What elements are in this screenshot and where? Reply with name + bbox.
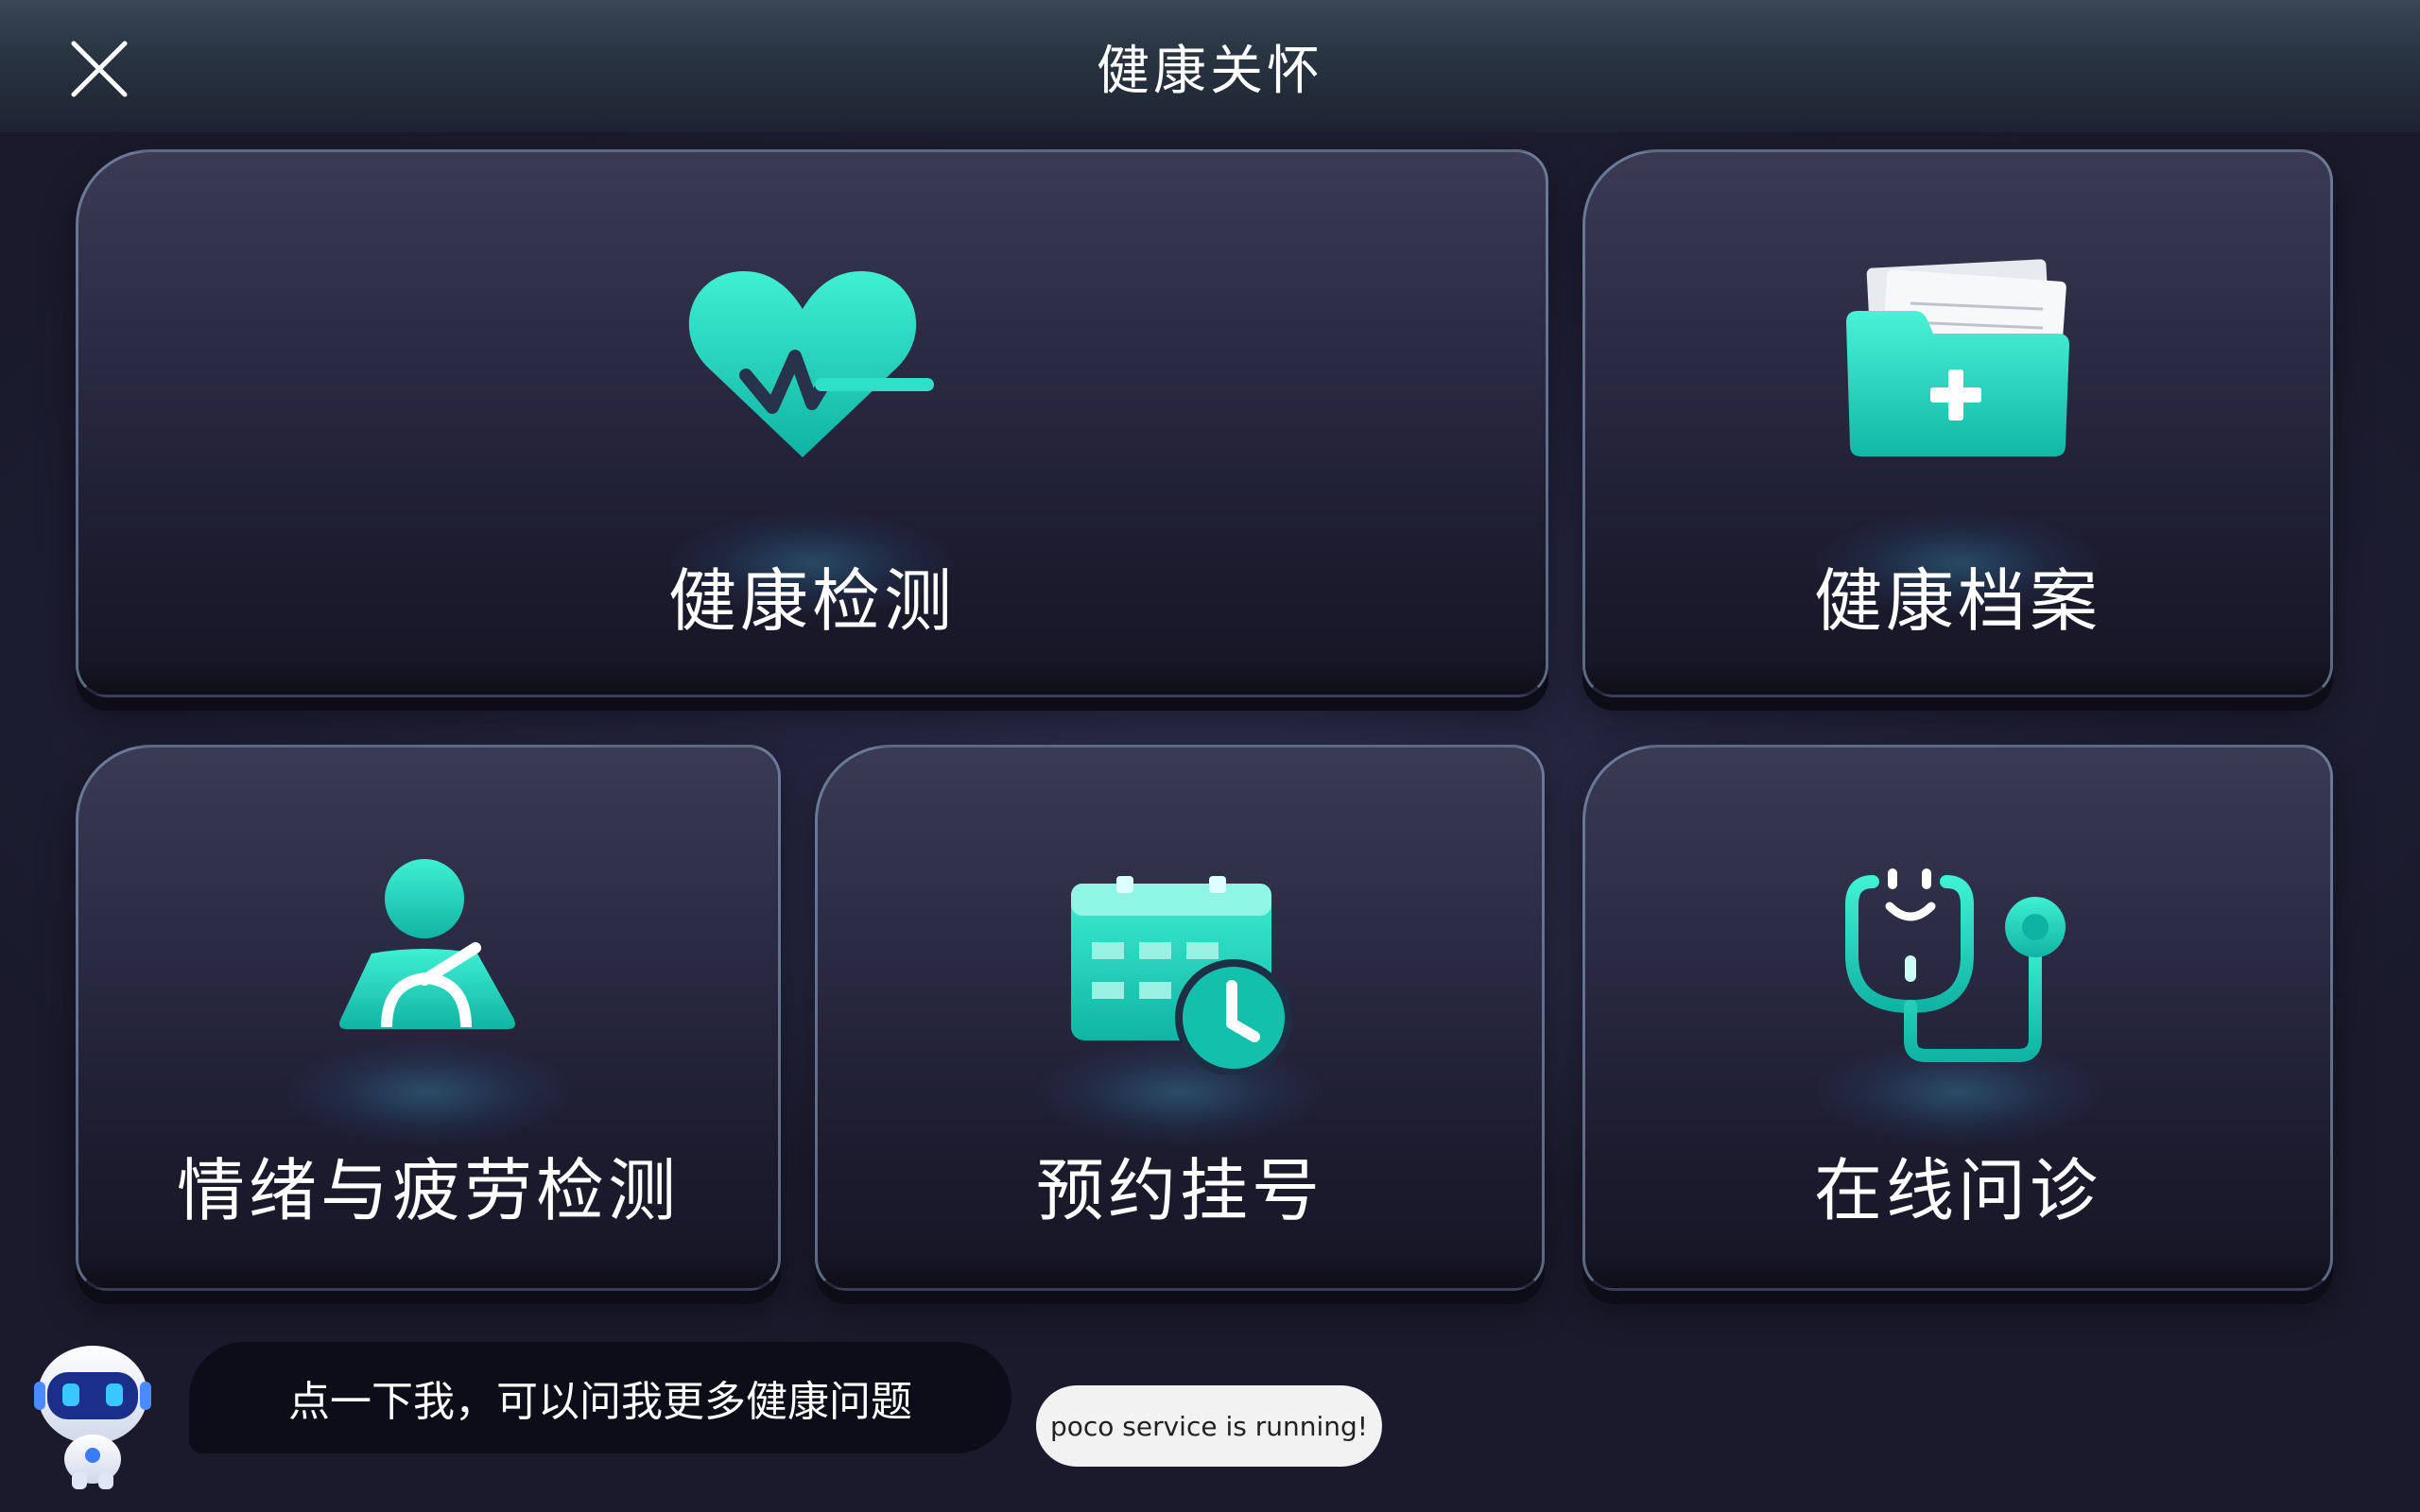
card-label: 情绪与疲劳检测 bbox=[176, 1151, 680, 1230]
assistant-prompt-bubble[interactable]: 点一下我，可以问我更多健康问题 bbox=[189, 1342, 1011, 1453]
card-label: 健康档案 bbox=[1813, 561, 2101, 641]
page-title: 健康关怀 bbox=[1097, 41, 1323, 102]
stethoscope-icon bbox=[1845, 868, 2066, 1062]
card-label: 在线问诊 bbox=[1813, 1151, 2101, 1230]
medical-folder-icon bbox=[1846, 259, 2069, 456]
card-appointment[interactable]: 预约挂号 bbox=[815, 745, 1545, 1291]
card-health-check[interactable]: 健康检测 bbox=[76, 149, 1548, 697]
card-label: 预约挂号 bbox=[1035, 1151, 1323, 1230]
robot-icon[interactable] bbox=[34, 1340, 157, 1491]
heart-pulse-icon bbox=[688, 270, 934, 457]
calendar-clock-icon bbox=[1071, 876, 1292, 1074]
top-bar: 健康关怀 bbox=[0, 0, 2420, 132]
card-online-consult[interactable]: 在线问诊 bbox=[1582, 745, 2333, 1291]
status-toast: poco service is running! bbox=[1036, 1385, 1382, 1467]
card-health-records[interactable]: 健康档案 bbox=[1582, 149, 2333, 697]
card-emotion-fatigue[interactable]: 情绪与疲劳检测 bbox=[76, 745, 781, 1291]
assistant-avatar[interactable] bbox=[34, 1340, 157, 1491]
person-seatbelt-icon bbox=[339, 859, 515, 1029]
card-label: 健康检测 bbox=[667, 561, 956, 641]
